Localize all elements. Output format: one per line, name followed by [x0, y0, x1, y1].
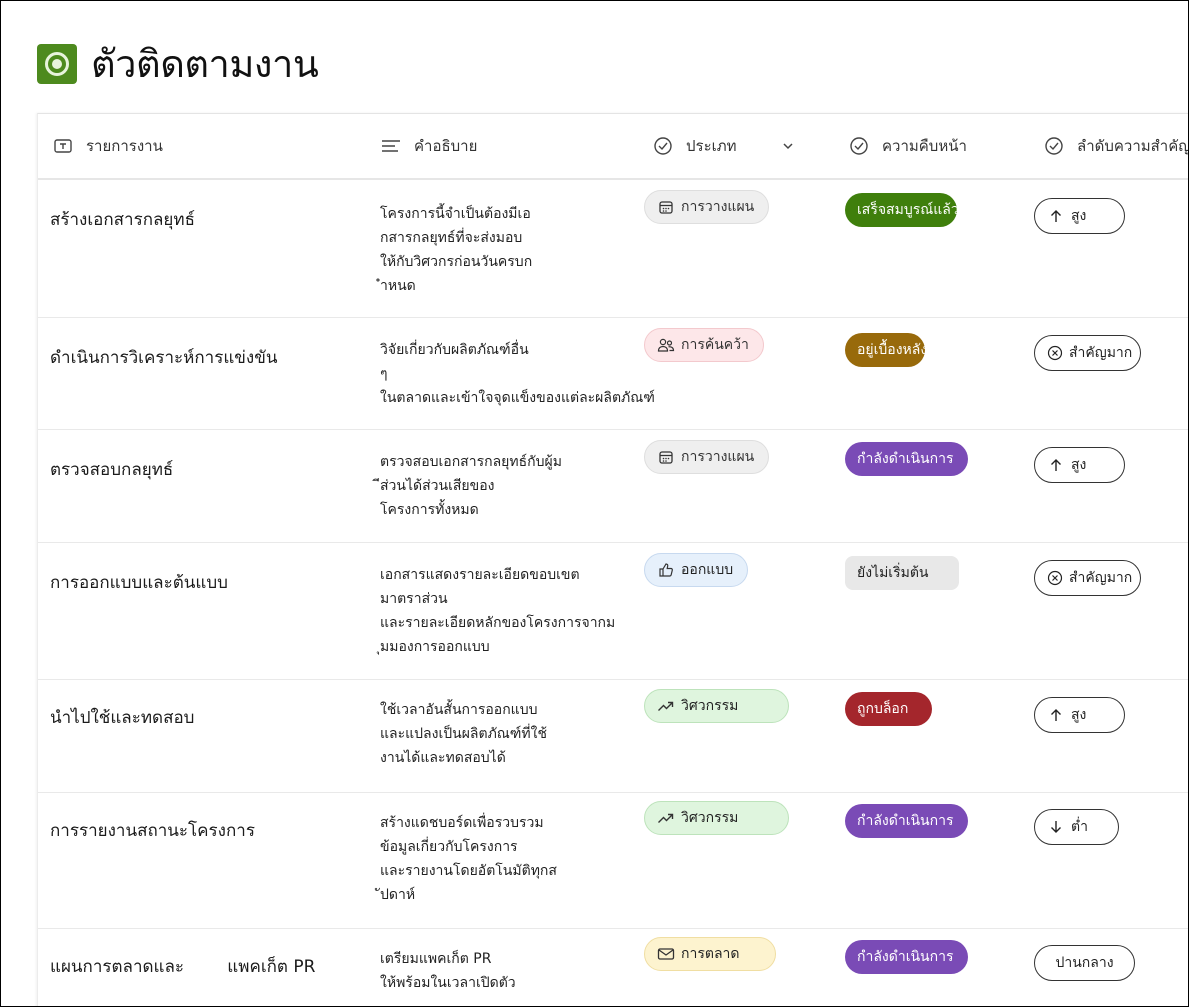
app-header: ตัวติดตามงาน: [37, 33, 319, 94]
table-row[interactable]: ดำเนินการวิเคราะห์การแข่งขัน วิจัยเกี่ยว…: [38, 318, 1188, 430]
task-name[interactable]: ตรวจสอบกลยุทธ์: [50, 456, 173, 483]
priority-tag[interactable]: สูง: [1034, 697, 1125, 733]
app-title: ตัวติดตามงาน: [91, 42, 319, 86]
category-tag[interactable]: วิศวกรรม: [644, 689, 789, 723]
priority-tag[interactable]: สูง: [1034, 198, 1125, 234]
task-description[interactable]: เอกสารแสดงรายละเอียดขอบเขต มาตราส่วน และ…: [380, 563, 620, 659]
column-header-task[interactable]: รายการงาน: [52, 114, 163, 178]
task-description[interactable]: ตรวจสอบเอกสารกลยุทธ์กับผู้ม ีส่วนได้ส่วน…: [380, 450, 620, 522]
category-tag[interactable]: การค้นคว้า: [644, 328, 764, 362]
thumbs-up-icon: [657, 561, 675, 579]
task-table: รายการงาน คำอธิบาย ประเภท ความคืบหน้า ลำ…: [37, 113, 1189, 1006]
column-header-category[interactable]: ประเภท: [652, 114, 799, 178]
arrow-down-icon: [1047, 818, 1065, 836]
priority-tag[interactable]: สำคัญมาก: [1034, 560, 1141, 596]
status-badge[interactable]: กำลังดำเนินการ: [845, 442, 968, 476]
column-label-task: รายการงาน: [86, 137, 163, 155]
task-description[interactable]: สร้างแดชบอร์ดเพื่อรวบรวม ข้อมูลเกี่ยวกับ…: [380, 811, 620, 907]
table-header: รายการงาน คำอธิบาย ประเภท ความคืบหน้า ลำ…: [38, 114, 1189, 180]
table-row[interactable]: แผนการตลาดและ แพคเก็ต PR เตรียมแพคเก็ต P…: [38, 929, 1188, 1006]
priority-tag[interactable]: ปานกลาง: [1034, 945, 1135, 981]
task-description[interactable]: ใช้เวลาอันสั้นการออกแบบ และแปลงเป็นผลิตภ…: [380, 698, 620, 770]
column-label-progress: ความคืบหน้า: [882, 137, 967, 155]
circle-x-icon: [1047, 569, 1063, 587]
status-badge[interactable]: อยู่เบื้องหลัง: [845, 333, 925, 367]
table-row[interactable]: ตรวจสอบกลยุทธ์ ตรวจสอบเอกสารกลยุทธ์กับผู…: [38, 430, 1188, 543]
column-header-priority[interactable]: ลำดับความสำคัญ: [1043, 114, 1189, 178]
priority-tag[interactable]: สำคัญมาก: [1034, 335, 1141, 371]
task-description[interactable]: วิจัยเกี่ยวกับผลิตภัณฑ์อื่น ๆ ในตลาดและเ…: [380, 338, 655, 410]
column-header-progress[interactable]: ความคืบหน้า: [848, 114, 967, 178]
calendar-icon: [657, 198, 675, 216]
text-field-icon: [52, 135, 74, 157]
column-header-description[interactable]: คำอธิบาย: [380, 114, 477, 178]
category-tag[interactable]: วิศวกรรม: [644, 801, 789, 835]
status-badge[interactable]: กำลังดำเนินการ: [845, 804, 968, 838]
task-name[interactable]: สร้างเอกสารกลยุทธ์: [50, 206, 195, 233]
category-tag[interactable]: การวางแผน: [644, 440, 770, 474]
arrow-up-icon: [1047, 207, 1065, 225]
multiline-text-icon: [380, 135, 402, 157]
status-badge[interactable]: ยังไม่เริ่มต้น: [845, 556, 959, 590]
app-logo-icon: [37, 43, 77, 84]
priority-tag[interactable]: ต่ำ: [1034, 809, 1119, 845]
choice-check-icon: [848, 135, 870, 157]
task-name[interactable]: การรายงานสถานะโครงการ: [50, 817, 255, 844]
table-row[interactable]: นำไปใช้และทดสอบ ใช้เวลาอันสั้นการออกแบบ …: [38, 680, 1188, 793]
task-name[interactable]: นำไปใช้และทดสอบ: [50, 704, 194, 731]
chevron-down-icon[interactable]: [777, 135, 799, 157]
trending-icon: [657, 697, 675, 715]
status-badge[interactable]: ถูกบล็อก: [845, 692, 932, 726]
mail-icon: [657, 945, 675, 963]
column-label-category: ประเภท: [686, 137, 737, 155]
trending-icon: [657, 809, 675, 827]
circle-x-icon: [1047, 344, 1063, 362]
table-row[interactable]: การรายงานสถานะโครงการ สร้างแดชบอร์ดเพื่อ…: [38, 793, 1188, 929]
column-label-description: คำอธิบาย: [414, 137, 478, 155]
priority-tag[interactable]: สูง: [1034, 447, 1125, 483]
arrow-up-icon: [1047, 706, 1065, 724]
app-window: ตัวติดตามงาน รายการงาน คำอธิบาย ประเภท ค…: [0, 0, 1189, 1007]
choice-check-icon: [652, 135, 674, 157]
calendar-icon: [657, 448, 675, 466]
task-name[interactable]: ดำเนินการวิเคราะห์การแข่งขัน: [50, 344, 277, 371]
choice-check-icon: [1043, 135, 1065, 157]
category-tag[interactable]: การตลาด: [644, 937, 776, 971]
task-name[interactable]: แผนการตลาดและ แพคเก็ต PR: [50, 953, 315, 980]
status-badge[interactable]: เสร็จสมบูรณ์แล้ว: [845, 193, 957, 227]
table-row[interactable]: การออกแบบและต้นแบบ เอกสารแสดงรายละเอียดข…: [38, 543, 1188, 680]
column-label-priority: ลำดับความสำคัญ: [1077, 137, 1189, 155]
table-row[interactable]: สร้างเอกสารกลยุทธ์ โครงการนี้จำเป็นต้องม…: [38, 180, 1188, 318]
category-tag[interactable]: ออกแบบ: [644, 553, 749, 587]
task-description[interactable]: โครงการนี้จำเป็นต้องมีเอ กสารกลยุทธ์ที่จ…: [380, 202, 620, 298]
arrow-up-icon: [1047, 456, 1065, 474]
task-name[interactable]: การออกแบบและต้นแบบ: [50, 569, 228, 596]
status-badge[interactable]: กำลังดำเนินการ: [845, 940, 968, 974]
category-tag[interactable]: การวางแผน: [644, 190, 770, 224]
task-description[interactable]: เตรียมแพคเก็ต PR ให้พร้อมในเวลาเปิดตัว: [380, 947, 620, 995]
people-icon: [657, 336, 675, 354]
